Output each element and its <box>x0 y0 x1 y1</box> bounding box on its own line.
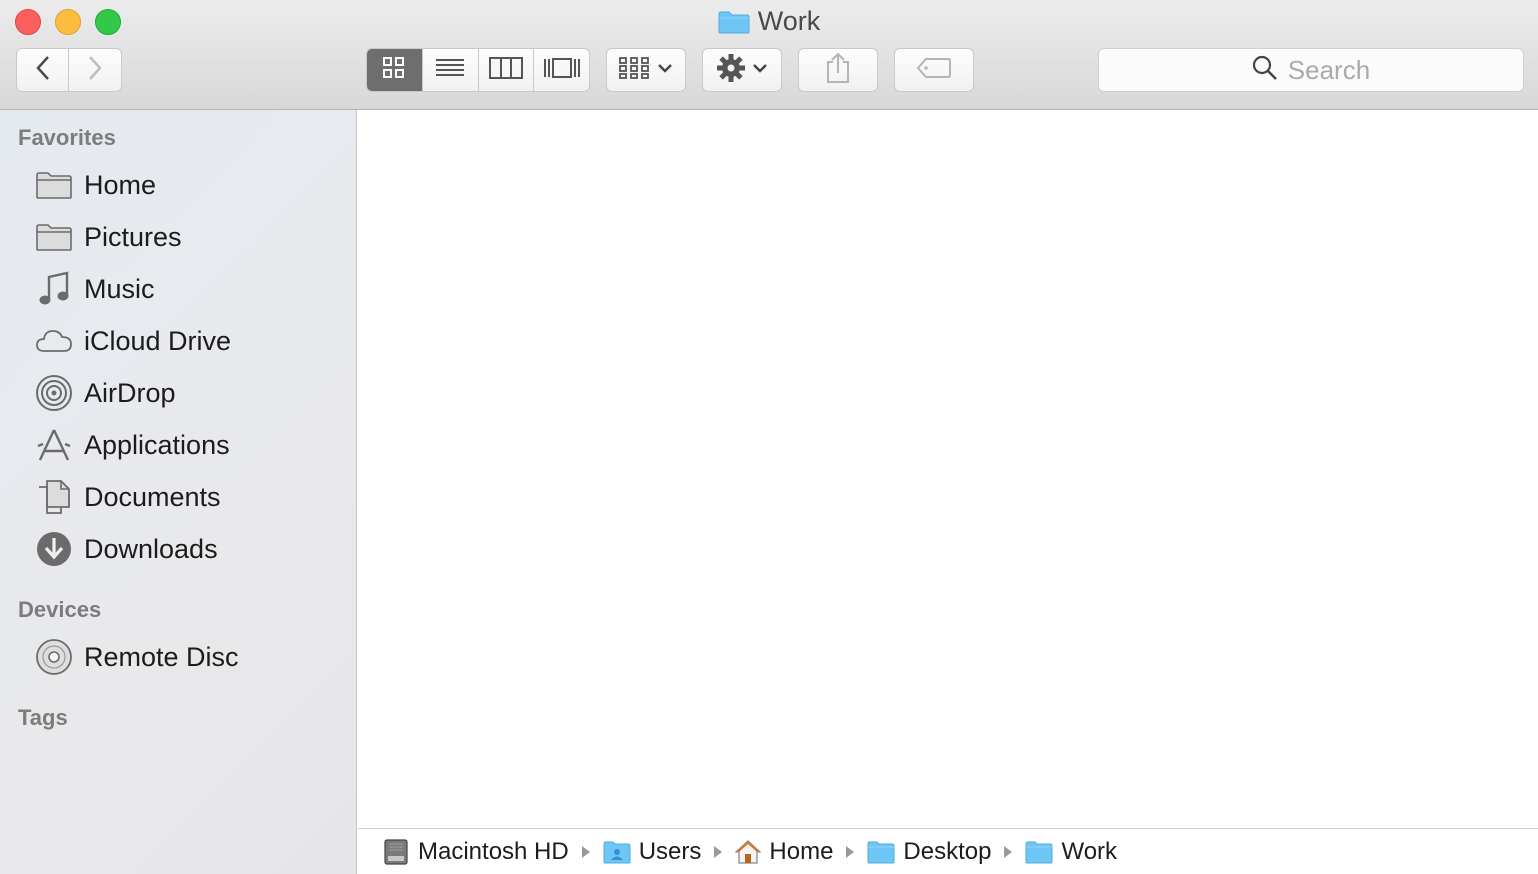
cover-flow-icon <box>543 57 581 84</box>
search-field[interactable]: Search <box>1098 48 1524 92</box>
airdrop-icon <box>34 373 74 413</box>
icon-view-button[interactable] <box>367 49 423 91</box>
sidebar-item-label: Documents <box>84 481 221 512</box>
documents-icon <box>34 477 74 517</box>
gear-icon <box>716 53 746 88</box>
path-item-desktop[interactable]: Desktop <box>867 838 991 866</box>
path-item-label: Home <box>769 837 834 865</box>
search-placeholder: Search <box>1287 54 1371 85</box>
window-title-text: Work <box>757 6 821 36</box>
view-mode-control <box>366 48 590 92</box>
sidebar-item-pictures[interactable]: Pictures <box>34 217 344 257</box>
path-item-users[interactable]: Users <box>603 837 702 866</box>
icon-grid-icon <box>383 56 405 84</box>
sidebar-item-applications[interactable]: Applications <box>34 425 344 465</box>
search-icon <box>1252 55 1278 86</box>
arrange-grid-icon <box>619 56 649 84</box>
cover-flow-button[interactable] <box>534 49 589 91</box>
folder-icon <box>34 165 74 205</box>
favorites-header: Favorites <box>18 125 116 150</box>
sidebar-item-label: Remote Disc <box>84 641 239 672</box>
path-separator-icon <box>845 845 855 859</box>
columns-icon <box>488 56 523 84</box>
folder-icon <box>1025 840 1053 864</box>
sidebar-item-remote-disc[interactable]: Remote Disc <box>34 637 344 677</box>
sidebar-item-icloud-drive[interactable]: iCloud Drive <box>34 321 344 361</box>
share-icon <box>825 52 851 89</box>
path-item-label: Desktop <box>903 837 992 865</box>
folder-icon <box>867 840 895 864</box>
path-bar: Macintosh HD Users Home Desktop Work <box>358 828 1538 874</box>
tag-icon <box>916 57 952 84</box>
tags-header: Tags <box>18 705 68 730</box>
column-view-button[interactable] <box>479 49 535 91</box>
path-item-label: Work <box>1061 837 1118 865</box>
arrange-button[interactable] <box>606 48 686 92</box>
sidebar-item-label: Home <box>84 169 157 200</box>
home-icon <box>735 839 762 865</box>
title-bar: Work Search <box>0 0 1538 110</box>
path-item-label: Users <box>638 837 702 865</box>
path-item-home[interactable]: Home <box>735 838 833 866</box>
sidebar-item-label: iCloud Drive <box>84 325 232 356</box>
chevron-down-icon <box>657 61 673 79</box>
hard-drive-icon <box>382 838 410 866</box>
sidebar-item-airdrop[interactable]: AirDrop <box>34 373 344 413</box>
sidebar-item-downloads[interactable]: Downloads <box>34 529 344 569</box>
action-button[interactable] <box>702 48 782 92</box>
path-separator-icon <box>581 845 591 859</box>
sidebar-item-label: Music <box>84 273 155 304</box>
applications-icon <box>34 425 74 465</box>
path-item-macintosh-hd[interactable]: Macintosh HD <box>382 838 569 866</box>
edit-tags-button[interactable] <box>894 48 974 92</box>
share-button[interactable] <box>798 48 878 92</box>
folder-icon <box>718 10 750 41</box>
path-separator-icon <box>1003 845 1013 859</box>
cloud-icon <box>34 321 74 361</box>
list-view-button[interactable] <box>423 49 479 91</box>
music-note-icon <box>34 269 74 309</box>
window-title: Work <box>0 6 1538 41</box>
folder-icon <box>34 217 74 257</box>
sidebar-item-music[interactable]: Music <box>34 269 344 309</box>
users-folder-icon <box>603 840 631 864</box>
sidebar-item-home[interactable]: Home <box>34 165 344 205</box>
chevron-down-icon <box>752 61 768 79</box>
download-icon <box>34 529 74 569</box>
file-browser-area[interactable] <box>358 110 1538 828</box>
sidebar-item-label: Pictures <box>84 221 182 252</box>
back-button[interactable] <box>16 48 69 92</box>
sidebar: Favorites Home Pictures Music iCloud Dri… <box>0 110 357 874</box>
forward-button[interactable] <box>69 48 122 92</box>
path-item-label: Macintosh HD <box>418 837 569 865</box>
path-item-work[interactable]: Work <box>1025 838 1117 866</box>
sidebar-item-label: AirDrop <box>84 377 176 408</box>
disc-icon <box>34 637 74 677</box>
sidebar-item-documents[interactable]: Documents <box>34 477 344 517</box>
chevron-right-icon <box>86 55 104 86</box>
sidebar-item-label: Downloads <box>84 533 218 564</box>
path-separator-icon <box>713 845 723 859</box>
chevron-left-icon <box>34 55 52 86</box>
devices-header: Devices <box>18 597 102 622</box>
sidebar-item-label: Applications <box>84 429 230 460</box>
list-icon <box>435 58 465 83</box>
